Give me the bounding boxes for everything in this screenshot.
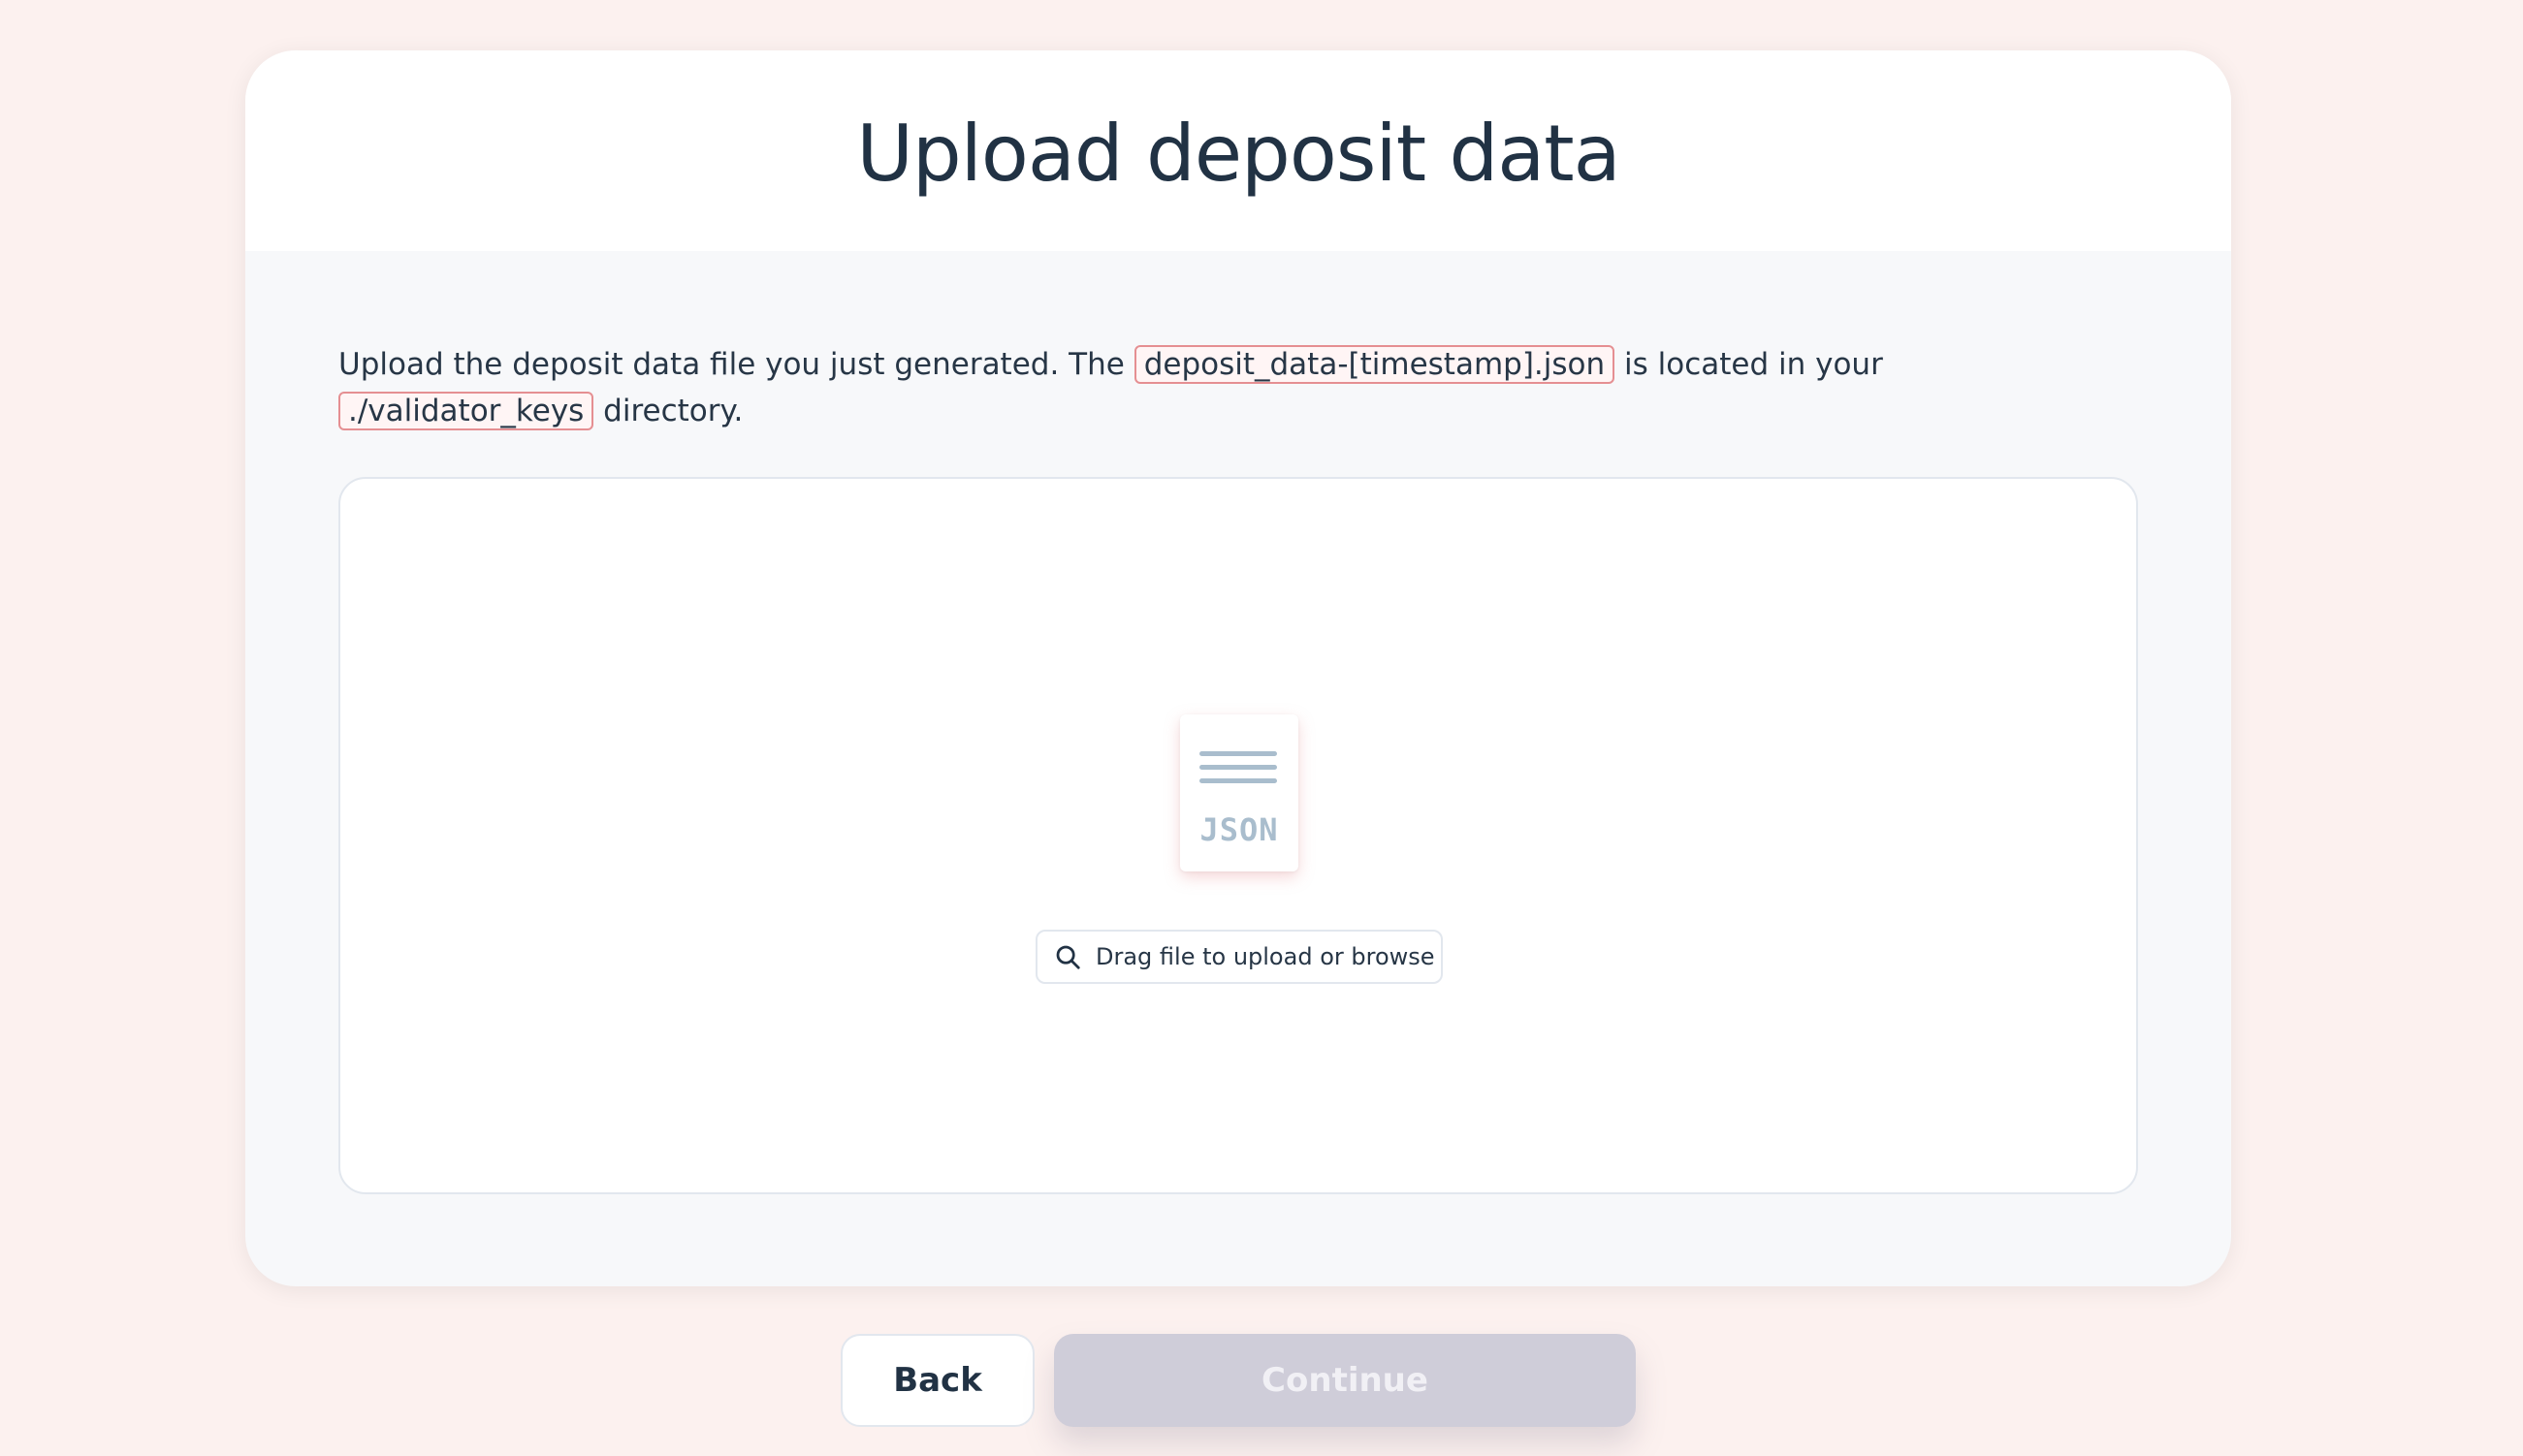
search-icon	[1056, 945, 1080, 969]
upload-card: Upload deposit data Upload the deposit d…	[245, 50, 2231, 1286]
back-button[interactable]: Back	[841, 1334, 1035, 1427]
deposit-filename-code: deposit_data-[timestamp].json	[1134, 345, 1615, 384]
instructions-part-3: directory.	[593, 394, 744, 428]
instructions-text: Upload the deposit data file you just ge…	[338, 341, 2142, 434]
file-line	[1199, 765, 1277, 770]
file-line	[1199, 778, 1277, 783]
browse-button[interactable]: Drag file to upload or browse	[1036, 930, 1443, 984]
file-line	[1199, 751, 1277, 756]
page-title: Upload deposit data	[856, 109, 1620, 199]
browse-label: Drag file to upload or browse	[1096, 943, 1435, 970]
instructions-part-1: Upload the deposit data file you just ge…	[338, 347, 1134, 382]
json-file-icon: JSON	[1180, 714, 1298, 871]
instructions-part-2: is located in your	[1614, 347, 1883, 382]
file-extension-label: JSON	[1199, 811, 1279, 848]
card-header: Upload deposit data	[245, 50, 2231, 251]
continue-button[interactable]: Continue	[1054, 1334, 1636, 1427]
file-dropzone[interactable]: JSON Drag file to upload or browse	[338, 477, 2138, 1194]
validator-keys-code: ./validator_keys	[338, 392, 594, 430]
